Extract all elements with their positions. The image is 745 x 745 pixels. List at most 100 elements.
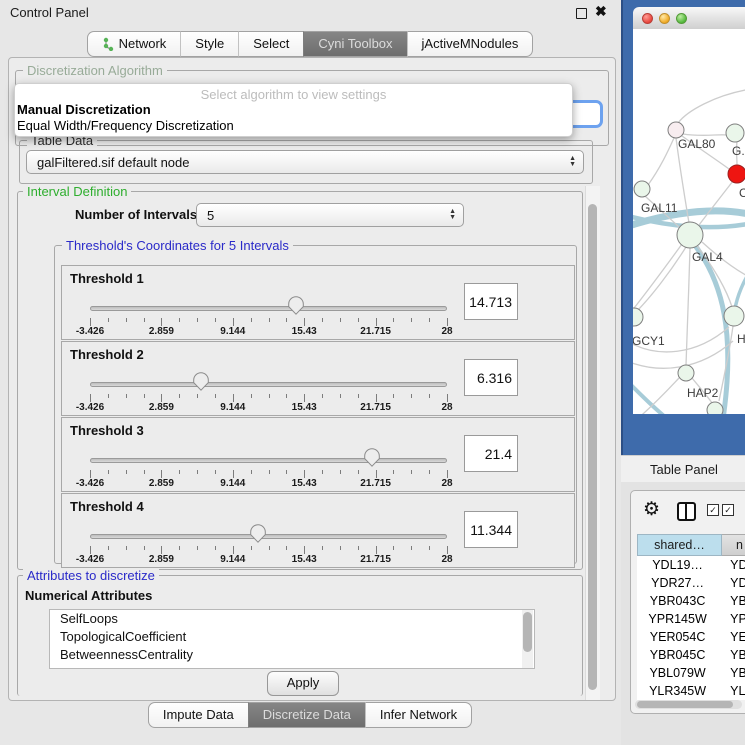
table-cell: YPR145W [637, 610, 718, 628]
network-edge [683, 134, 727, 135]
threshold-slider-thumb[interactable] [193, 372, 209, 391]
checkbox-icon[interactable]: ✓ [707, 504, 719, 516]
table-data-combobox[interactable]: galFiltered.sif default node ▲▼ [26, 150, 584, 174]
number-of-intervals-value: 5 [207, 208, 214, 223]
table-row[interactable]: YDL19…YDL19… [637, 556, 745, 574]
zoom-traffic-light-icon[interactable] [676, 13, 687, 24]
threshold-value-field[interactable]: 14.713 [464, 283, 518, 320]
network-node-gal80[interactable] [668, 122, 684, 138]
threshold-slider-thumb[interactable] [364, 448, 380, 467]
threshold-value-field[interactable]: 21.4 [464, 435, 518, 472]
table-cell: YBR045C [637, 646, 718, 664]
table-row[interactable]: YBR043CYBR043C [637, 592, 745, 610]
network-node-label: GAL80 [678, 137, 716, 151]
table-cell: YPR145W [718, 610, 745, 628]
tab-cyni-toolbox[interactable]: Cyni Toolbox [303, 31, 406, 57]
slider-tick-label: 15.43 [292, 326, 317, 337]
network-edge [633, 379, 675, 414]
tab-infer-network[interactable]: Infer Network [365, 702, 472, 728]
table-cell: YDR27… [637, 574, 718, 592]
attributes-group-label: Attributes to discretize [23, 568, 159, 583]
threshold-slider-thumb[interactable] [250, 524, 266, 543]
number-of-intervals-combobox[interactable]: 5 ▲▼ [196, 203, 464, 227]
tab-style[interactable]: Style [180, 31, 238, 57]
close-icon[interactable]: ✖ [595, 3, 607, 20]
slider-tick-label: 15.43 [292, 402, 317, 413]
close-traffic-light-icon[interactable] [642, 13, 653, 24]
algorithm-option-equal-width[interactable]: Equal Width/Frequency Discretization [17, 118, 234, 133]
threshold-slider-thumb[interactable] [288, 296, 304, 315]
slider-tick-label: 2.859 [149, 554, 174, 565]
network-node-h[interactable] [724, 306, 744, 326]
table-cell: YER054C [637, 628, 718, 646]
numerical-attributes-list[interactable]: SelfLoopsTopologicalCoefficientBetweenne… [49, 609, 535, 669]
algorithm-hint: Select algorithm to view settings [15, 87, 572, 102]
attributes-list-scrollbar[interactable] [523, 612, 532, 652]
bottom-tab-bar: Impute Data Discretize DataInfer Network [0, 702, 620, 728]
table-header-2[interactable]: n [722, 534, 745, 556]
network-node-gal4[interactable] [677, 222, 703, 248]
algorithm-option-manual[interactable]: Manual Discretization [17, 102, 151, 117]
number-of-intervals-label: Number of Intervals [75, 207, 197, 222]
tab-label: Impute Data [163, 703, 234, 727]
slider-tick-label: 21.715 [360, 402, 391, 413]
gear-icon[interactable]: ⚙ [643, 498, 660, 521]
tab-label: jActiveMNodules [422, 32, 519, 56]
threshold-value-field[interactable]: 6.316 [464, 359, 518, 396]
slider-tick-label: -3.426 [76, 554, 104, 565]
slider-tick-label: 9.144 [220, 554, 245, 565]
float-window-icon[interactable] [576, 8, 587, 19]
network-canvas[interactable]: GAL80G.CGAL11GAL4GCY1HHAP2 [633, 29, 745, 414]
table-row[interactable]: YBL079WYBL079W [637, 664, 745, 682]
threshold-2-box: Threshold 2-3.4262.8599.14415.4321.71528… [61, 341, 575, 416]
control-panel: Control Panel ✖ Network StyleSelectCyni T… [0, 0, 620, 745]
top-tab-bar: Network StyleSelectCyni Toolbox jActiveMNo… [0, 31, 620, 57]
network-window: GAL80G.CGAL11GAL4GCY1HHAP2 [633, 7, 745, 414]
network-node-hap2[interactable] [678, 365, 694, 381]
apply-button[interactable]: Apply [267, 671, 339, 696]
table-cell: YDL19… [718, 556, 745, 574]
network-node-c[interactable] [728, 165, 745, 183]
slider-tick-label: 2.859 [149, 326, 174, 337]
table-row[interactable]: YBR045CYBR045C [637, 646, 745, 664]
slider-tick-label: 21.715 [360, 554, 391, 565]
network-node-partial[interactable] [707, 402, 723, 414]
attribute-item-betweennesscentrality[interactable]: BetweennessCentrality [50, 646, 534, 664]
algorithm-dropdown-popup: Select algorithm to view settings Manual… [14, 83, 573, 137]
tab-discretize-data[interactable]: Discretize Data [248, 702, 365, 728]
tab-impute-data[interactable]: Impute Data [148, 702, 248, 728]
slider-tick-label: 2.859 [149, 478, 174, 489]
network-window-titlebar[interactable] [633, 7, 745, 30]
tab-network[interactable]: Network [87, 31, 181, 57]
network-edge [633, 244, 682, 317]
minimize-traffic-light-icon[interactable] [659, 13, 670, 24]
attribute-item-topologicalcoefficient[interactable]: TopologicalCoefficient [50, 628, 534, 646]
threshold-4-box: Threshold 4-3.4262.8599.14415.4321.71528… [61, 493, 575, 568]
table-cell: YER054C [718, 628, 745, 646]
network-node-gcy1[interactable] [633, 308, 643, 326]
table-row[interactable]: YLR345WYLR345W [637, 682, 745, 700]
control-panel-titlebar: Control Panel ✖ [0, 0, 620, 26]
tab-label: Network [119, 32, 167, 56]
table-row[interactable]: YDR27…YDR27… [637, 574, 745, 592]
table-horizontal-scrollbar[interactable] [635, 700, 742, 709]
threshold-value-field[interactable]: 11.344 [464, 511, 518, 548]
table-data-combobox-value: galFiltered.sif default node [37, 155, 189, 170]
table-cell: YBL079W [637, 664, 718, 682]
tab-jactivemnodules[interactable]: jActiveMNodules [407, 31, 534, 57]
table-row[interactable]: YPR145WYPR145W [637, 610, 745, 628]
network-node-gal11[interactable] [634, 181, 650, 197]
tab-select[interactable]: Select [238, 31, 303, 57]
node-table[interactable]: shared…nYDL19…YDL19…YDR27…YDR27…YBR043CY… [637, 534, 745, 700]
slider-tick-label: 28 [441, 326, 452, 337]
network-node-label: HAP2 [687, 386, 719, 400]
columns-icon[interactable] [677, 502, 696, 521]
network-edge [648, 138, 674, 185]
table-row[interactable]: YER054CYER054C [637, 628, 745, 646]
checkbox-icon[interactable]: ✓ [722, 504, 734, 516]
content-vertical-scrollbar[interactable] [585, 186, 600, 700]
slider-tick-label: 2.859 [149, 402, 174, 413]
attribute-item-selfloops[interactable]: SelfLoops [50, 610, 534, 628]
network-node-g[interactable] [726, 124, 744, 142]
table-header-1[interactable]: shared… [637, 534, 722, 556]
